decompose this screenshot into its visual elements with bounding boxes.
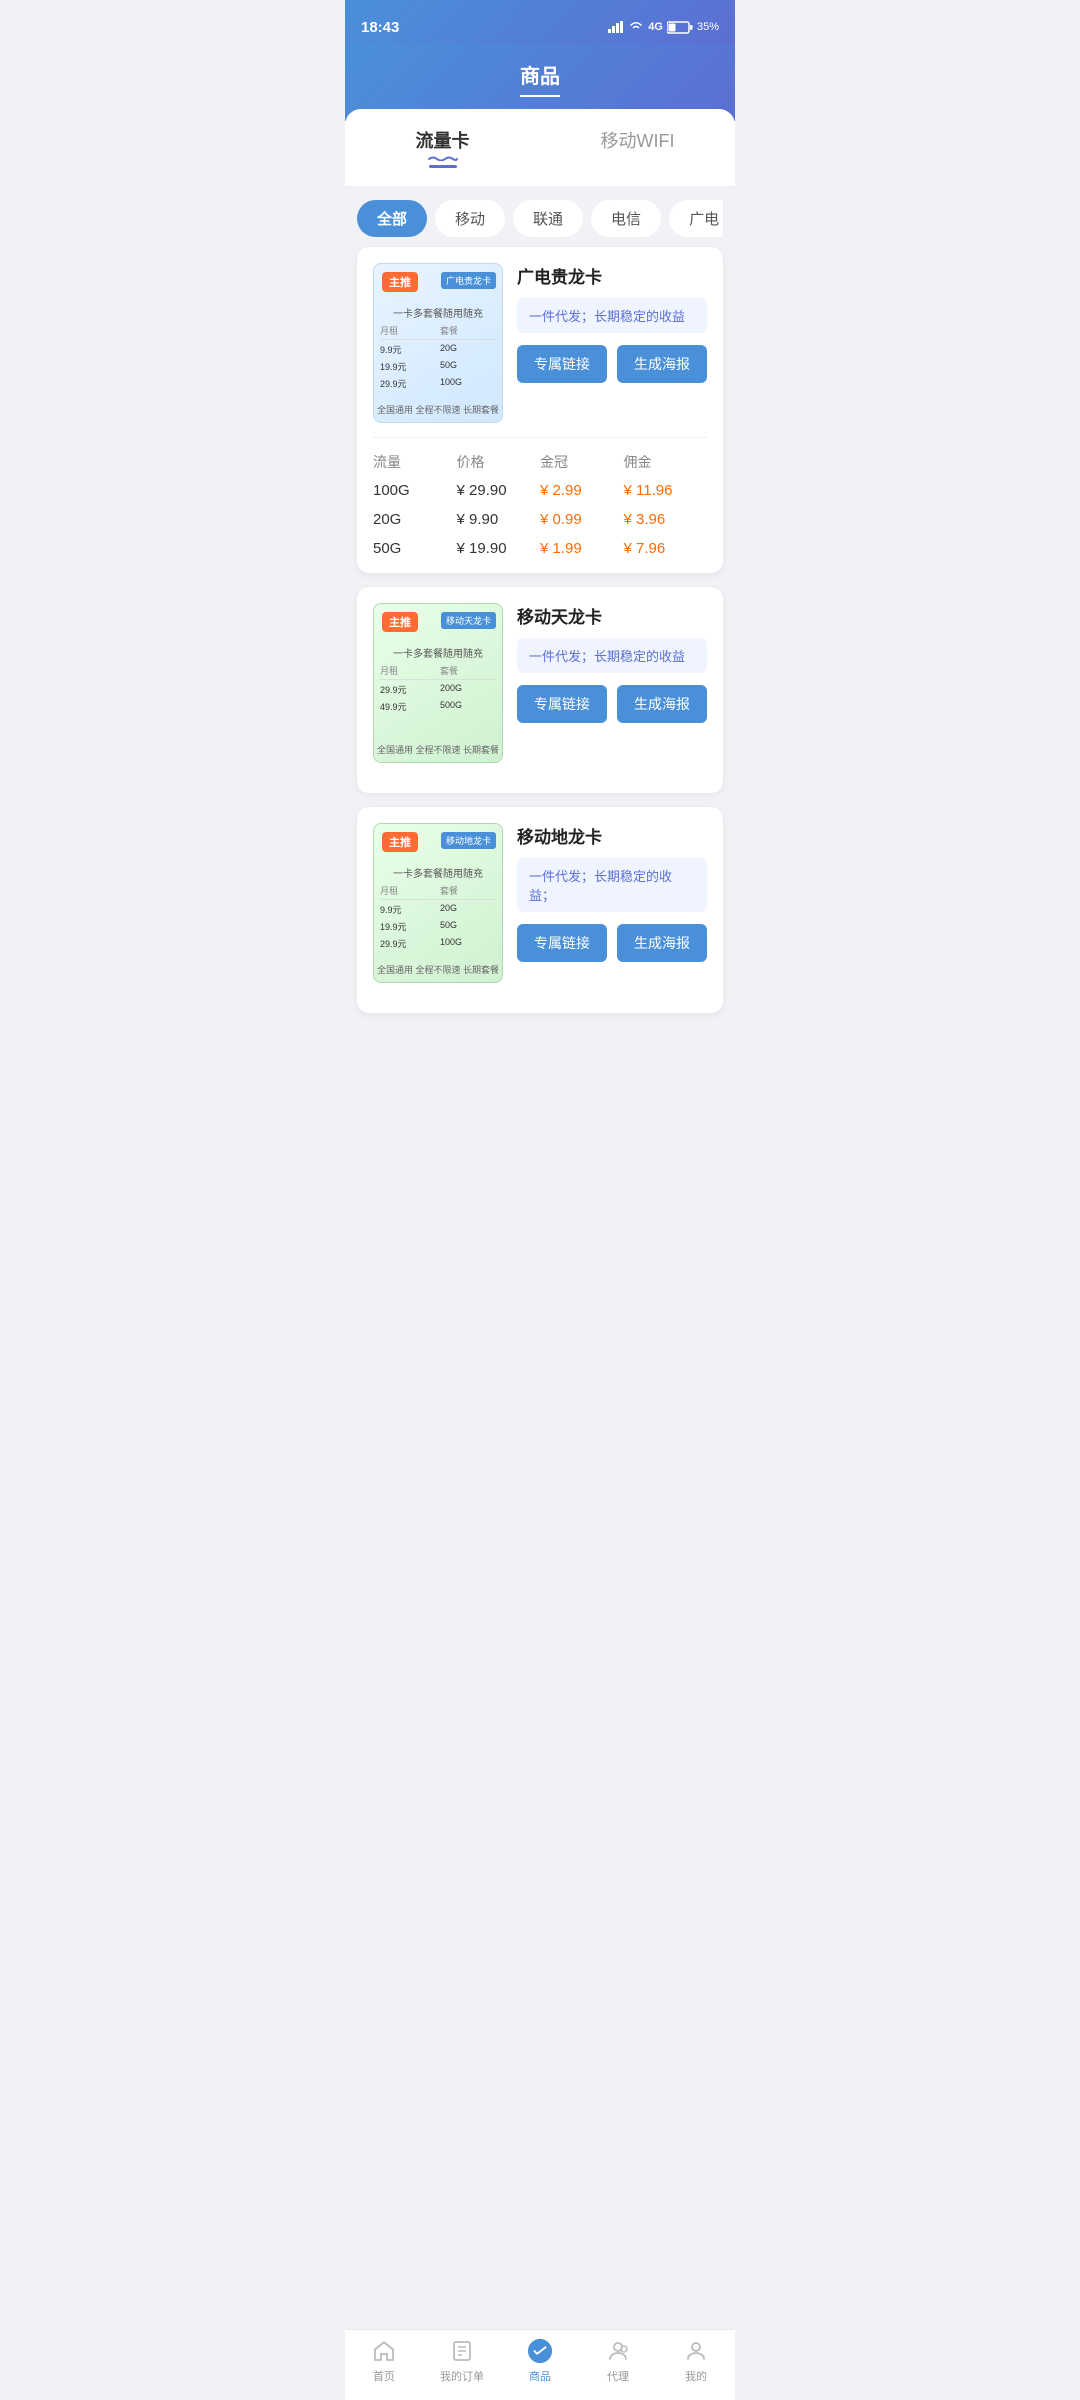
card-badge: 主推 bbox=[382, 272, 418, 292]
filter-guangdian[interactable]: 广电 bbox=[669, 200, 723, 237]
price-table: 流量 价格 金冠 佣金 100G ¥ 29.90 ¥ 2.99 ¥ 11.96 … bbox=[373, 437, 707, 557]
card-actions-2: 专属链接 生成海报 bbox=[517, 685, 707, 723]
nav-agent[interactable]: 代理 bbox=[579, 2338, 657, 2384]
btn-exclusive-link-3[interactable]: 专属链接 bbox=[517, 924, 607, 962]
gold-3: ¥ 1.99 bbox=[540, 540, 624, 557]
price-row-2: 20G ¥ 9.90 ¥ 0.99 ¥ 3.96 bbox=[373, 511, 707, 528]
gold-2: ¥ 0.99 bbox=[540, 511, 624, 528]
home-icon bbox=[371, 2338, 397, 2364]
card-info-2: 移动天龙卡 一件代发；长期稳定的收益 专属链接 生成海报 bbox=[517, 603, 707, 763]
card-info-3: 移动地龙卡 一件代发；长期稳定的收益； 专属链接 生成海报 bbox=[517, 823, 707, 983]
card-image-guangdian: 主推 广电贵龙卡 一卡多套餐随用随充 月租 套餐 9.9元 20G 19.9元 … bbox=[373, 263, 503, 423]
flow-3: 50G bbox=[373, 540, 457, 557]
flow-1: 100G bbox=[373, 482, 457, 499]
squiggle-decoration bbox=[427, 155, 459, 161]
col-commission: 佣金 bbox=[624, 452, 708, 472]
flow-2: 20G bbox=[373, 511, 457, 528]
price-1: ¥ 29.90 bbox=[457, 482, 541, 499]
card-header-2: 主推 移动天龙卡 一卡多套餐随用随充 月租 套餐 29.9元 200G 49.9… bbox=[373, 603, 707, 763]
price-row-3: 50G ¥ 19.90 ¥ 1.99 ¥ 7.96 bbox=[373, 540, 707, 557]
card-type-label-3: 移动地龙卡 bbox=[441, 832, 496, 849]
card-badge-2: 主推 bbox=[382, 612, 418, 632]
card-type-label-2: 移动天龙卡 bbox=[441, 612, 496, 629]
price-2: ¥ 9.90 bbox=[457, 511, 541, 528]
card-header: 主推 广电贵龙卡 一卡多套餐随用随充 月租 套餐 9.9元 20G 19.9元 … bbox=[373, 263, 707, 423]
card-title-3: 移动地龙卡 bbox=[517, 823, 707, 848]
btn-poster-1[interactable]: 生成海报 bbox=[617, 345, 707, 383]
btn-exclusive-link-1[interactable]: 专属链接 bbox=[517, 345, 607, 383]
filter-tabs: 全部 移动 联通 电信 广电 bbox=[357, 186, 723, 247]
page-title: 商品 bbox=[345, 60, 735, 89]
product-card-yidong-tianlong: 主推 移动天龙卡 一卡多套餐随用随充 月租 套餐 29.9元 200G 49.9… bbox=[357, 587, 723, 793]
btn-poster-3[interactable]: 生成海报 bbox=[617, 924, 707, 962]
btn-poster-2[interactable]: 生成海报 bbox=[617, 685, 707, 723]
status-bar: 18:43 4G 35% bbox=[345, 0, 735, 44]
nav-orders[interactable]: 我的订单 bbox=[423, 2338, 501, 2384]
product-card-yidong-dilong: 主推 移动地龙卡 一卡多套餐随用随充 月租 套餐 9.9元 20G 19.9元 … bbox=[357, 807, 723, 1013]
card-actions-3: 专属链接 生成海报 bbox=[517, 924, 707, 962]
signal-icon bbox=[608, 21, 624, 33]
nav-agent-label: 代理 bbox=[607, 2368, 629, 2384]
status-icons: 4G 35% bbox=[608, 21, 719, 34]
card-info: 广电贵龙卡 一件代发；长期稳定的收益 专属链接 生成海报 bbox=[517, 263, 707, 423]
main-tabs: 流量卡 移动WIFI bbox=[345, 109, 735, 186]
filter-all[interactable]: 全部 bbox=[357, 200, 427, 237]
nav-products[interactable]: 商品 bbox=[501, 2338, 579, 2384]
card-bottom-text-2: 全国通用 全程不限速 长期套餐 bbox=[374, 743, 502, 756]
mine-icon bbox=[683, 2338, 709, 2364]
card-desc: 一件代发；长期稳定的收益 bbox=[517, 298, 707, 333]
tab-wifi[interactable]: 移动WIFI bbox=[540, 109, 735, 186]
filter-yidong[interactable]: 移动 bbox=[435, 200, 505, 237]
network-type: 4G bbox=[648, 21, 663, 33]
card-image-yidong-tian: 主推 移动天龙卡 一卡多套餐随用随充 月租 套餐 29.9元 200G 49.9… bbox=[373, 603, 503, 763]
card-bottom-text-3: 全国通用 全程不限速 长期套餐 bbox=[374, 963, 502, 976]
col-gold: 金冠 bbox=[540, 452, 624, 472]
nav-home-label: 首页 bbox=[373, 2368, 395, 2384]
status-time: 18:43 bbox=[361, 19, 399, 36]
battery-icon bbox=[667, 21, 693, 34]
col-price: 价格 bbox=[457, 452, 541, 472]
card-actions: 专属链接 生成海报 bbox=[517, 345, 707, 383]
battery-percent: 35% bbox=[697, 21, 719, 33]
price-3: ¥ 19.90 bbox=[457, 540, 541, 557]
wifi-icon bbox=[628, 21, 644, 33]
filter-dianxin[interactable]: 电信 bbox=[591, 200, 661, 237]
card-desc-2: 一件代发；长期稳定的收益 bbox=[517, 638, 707, 673]
card-title: 广电贵龙卡 bbox=[517, 263, 707, 288]
btn-exclusive-link-2[interactable]: 专属链接 bbox=[517, 685, 607, 723]
price-row-1: 100G ¥ 29.90 ¥ 2.99 ¥ 11.96 bbox=[373, 482, 707, 499]
agent-icon bbox=[605, 2338, 631, 2364]
nav-mine[interactable]: 我的 bbox=[657, 2338, 735, 2384]
bottom-nav: 首页 我的订单 商品 代理 bbox=[345, 2329, 735, 2400]
card-bottom-text: 全国通用 全程不限速 长期套餐 bbox=[374, 403, 502, 416]
gold-1: ¥ 2.99 bbox=[540, 482, 624, 499]
nav-products-label: 商品 bbox=[529, 2368, 551, 2384]
tab-liuliang[interactable]: 流量卡 bbox=[345, 109, 540, 186]
card-header-3: 主推 移动地龙卡 一卡多套餐随用随充 月租 套餐 9.9元 20G 19.9元 … bbox=[373, 823, 707, 983]
card-image-yidong-di: 主推 移动地龙卡 一卡多套餐随用随充 月租 套餐 9.9元 20G 19.9元 … bbox=[373, 823, 503, 983]
filter-liantong[interactable]: 联通 bbox=[513, 200, 583, 237]
commission-3: ¥ 7.96 bbox=[624, 540, 708, 557]
card-title-2: 移动天龙卡 bbox=[517, 603, 707, 628]
nav-mine-label: 我的 bbox=[685, 2368, 707, 2384]
products-icon bbox=[527, 2338, 553, 2364]
card-desc-3: 一件代发；长期稳定的收益； bbox=[517, 858, 707, 912]
col-flow: 流量 bbox=[373, 452, 457, 472]
commission-1: ¥ 11.96 bbox=[624, 482, 708, 499]
price-table-header: 流量 价格 金冠 佣金 bbox=[373, 452, 707, 472]
orders-icon bbox=[449, 2338, 475, 2364]
product-card-guangdian-guilong: 主推 广电贵龙卡 一卡多套餐随用随充 月租 套餐 9.9元 20G 19.9元 … bbox=[357, 247, 723, 573]
nav-home[interactable]: 首页 bbox=[345, 2338, 423, 2384]
content-area: 全部 移动 联通 电信 广电 主推 广电贵龙卡 一卡多套餐随用随充 月租 套餐 … bbox=[345, 186, 735, 1093]
nav-orders-label: 我的订单 bbox=[440, 2368, 484, 2384]
header-underline bbox=[520, 95, 560, 97]
commission-2: ¥ 3.96 bbox=[624, 511, 708, 528]
card-badge-3: 主推 bbox=[382, 832, 418, 852]
card-type-label: 广电贵龙卡 bbox=[441, 272, 496, 289]
